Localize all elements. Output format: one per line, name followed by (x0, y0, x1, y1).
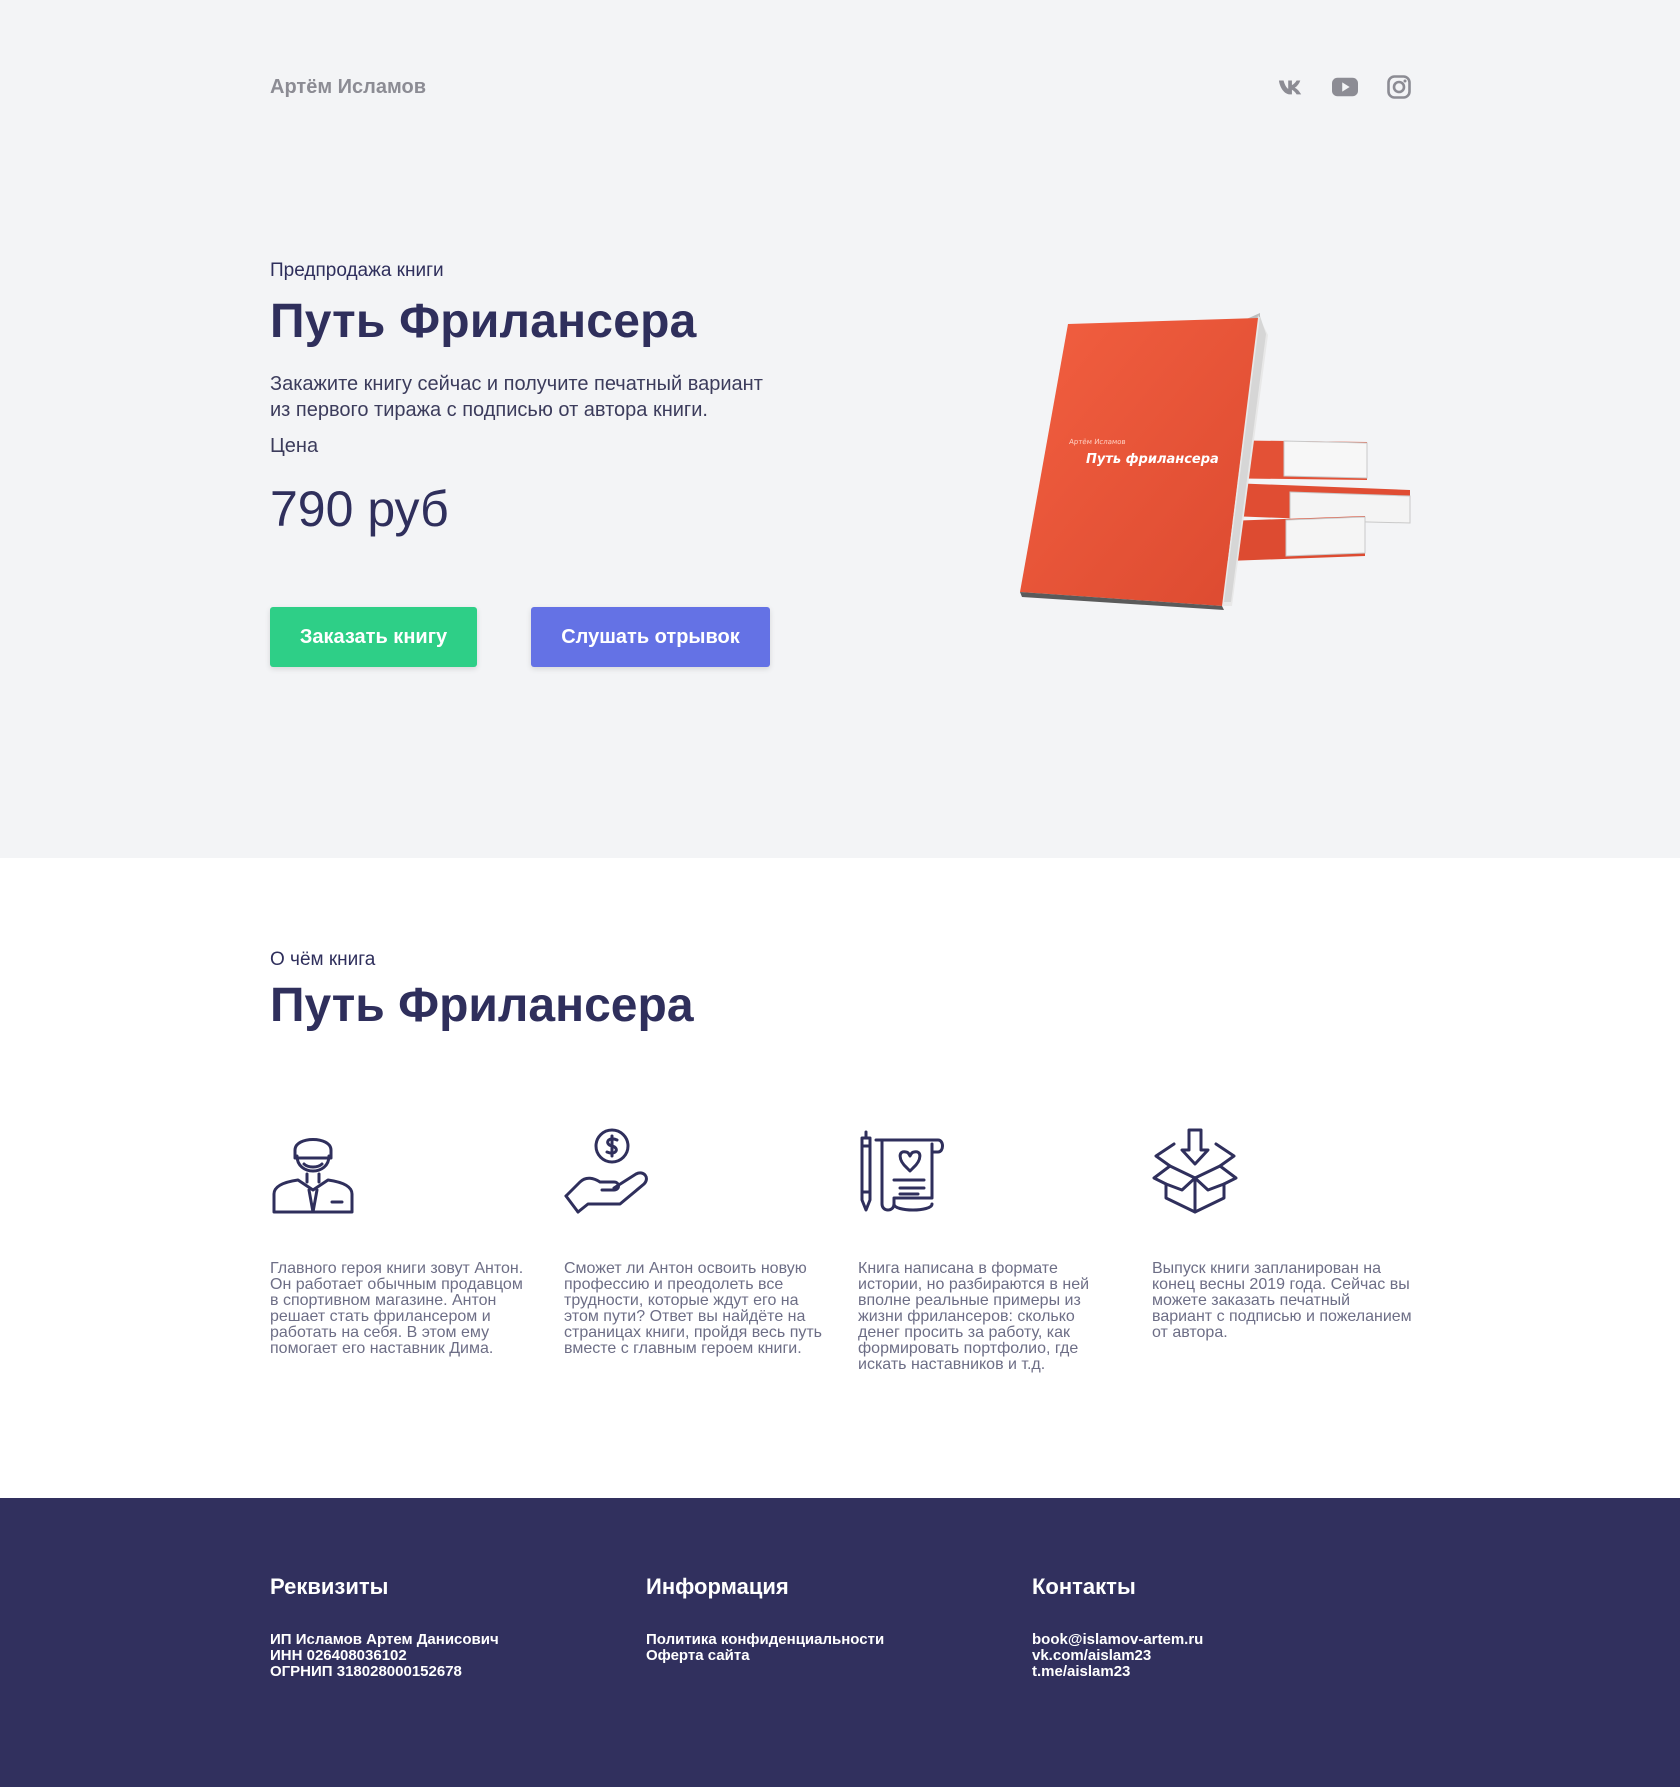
feature-text: Выпуск книги запланирован на конец весны… (1152, 1260, 1412, 1341)
offer-link[interactable]: Оферта сайта (646, 1648, 884, 1664)
footer-information-title: Информация (646, 1574, 789, 1599)
person-icon (272, 1138, 354, 1214)
footer-requisites: Реквизиты ИП Исламов Артем Данисович ИНН… (270, 1574, 499, 1680)
social-links (1278, 74, 1412, 100)
hero-section: Артём Исламов Предпродажа книги Путь Фри… (0, 0, 1680, 858)
vk-link[interactable]: vk.com/aislam23 (1032, 1648, 1203, 1664)
footer: Реквизиты ИП Исламов Артем Данисович ИНН… (0, 1498, 1680, 1787)
feature-text: Главного героя книги зовут Антон. Он раб… (270, 1260, 524, 1357)
feature-text: Сможет ли Антон освоить новую профессию … (564, 1260, 823, 1357)
youtube-icon[interactable] (1332, 74, 1358, 100)
feature-card: Главного героя книги зовут Антон. Он раб… (270, 1128, 532, 1357)
feature-card: Книга написана в формате истории, но раз… (858, 1128, 1120, 1373)
vk-icon[interactable] (1278, 74, 1304, 100)
brand-name[interactable]: Артём Исламов (270, 76, 426, 99)
instagram-icon[interactable] (1386, 74, 1412, 100)
about-section: О чём книга Путь Фрилансера Главного гер… (0, 858, 1680, 1498)
feature-text: Книга написана в формате истории, но раз… (858, 1260, 1090, 1373)
footer-requisites-title: Реквизиты (270, 1574, 389, 1599)
book-cover-author: Артём Исламов (1069, 437, 1126, 446)
email-link[interactable]: book@islamov-artem.ru (1032, 1632, 1203, 1648)
book-image: Артём Исламов Путь фрилансера (1010, 310, 1430, 620)
price-value: 790 руб (270, 481, 449, 537)
feature-card: Выпуск книги запланирован на конец весны… (1152, 1128, 1414, 1341)
footer-contacts-title: Контакты (1032, 1574, 1136, 1599)
about-eyebrow: О чём книга (270, 949, 376, 970)
hero-description: Закажите книгу сейчас и получите печатны… (270, 373, 763, 421)
hero-title: Путь Фрилансера (270, 295, 697, 348)
scroll-pen-icon (860, 1130, 944, 1212)
footer-information: Информация Политика конфиденциальности О… (646, 1574, 884, 1664)
requisites-line: ИНН 026408036102 (270, 1647, 407, 1664)
about-title: Путь Фрилансера (270, 979, 694, 1032)
footer-contacts: Контакты book@islamov-artem.ru vk.com/ai… (1032, 1574, 1203, 1680)
hero-text: Предпродажа книги Путь Фрилансера Закажи… (270, 260, 830, 538)
feature-card: Сможет ли Антон освоить новую профессию … (564, 1128, 826, 1357)
requisites-line: ИП Исламов Артем Данисович (270, 1631, 499, 1648)
requisites-line: ОГРНИП 318028000152678 (270, 1663, 462, 1680)
hand-coin-icon (564, 1128, 648, 1214)
price-label: Цена (270, 435, 319, 457)
book-cover-title: Путь фрилансера (1086, 452, 1219, 467)
order-book-button[interactable]: Заказать книгу (270, 607, 477, 667)
telegram-link[interactable]: t.me/aislam23 (1032, 1664, 1203, 1680)
hero-eyebrow: Предпродажа книги (270, 260, 444, 281)
box-arrow-icon (1152, 1128, 1238, 1214)
listen-excerpt-button[interactable]: Слушать отрывок (531, 607, 770, 667)
privacy-policy-link[interactable]: Политика конфиденциальности (646, 1632, 884, 1648)
top-bar: Артём Исламов (270, 74, 1412, 104)
